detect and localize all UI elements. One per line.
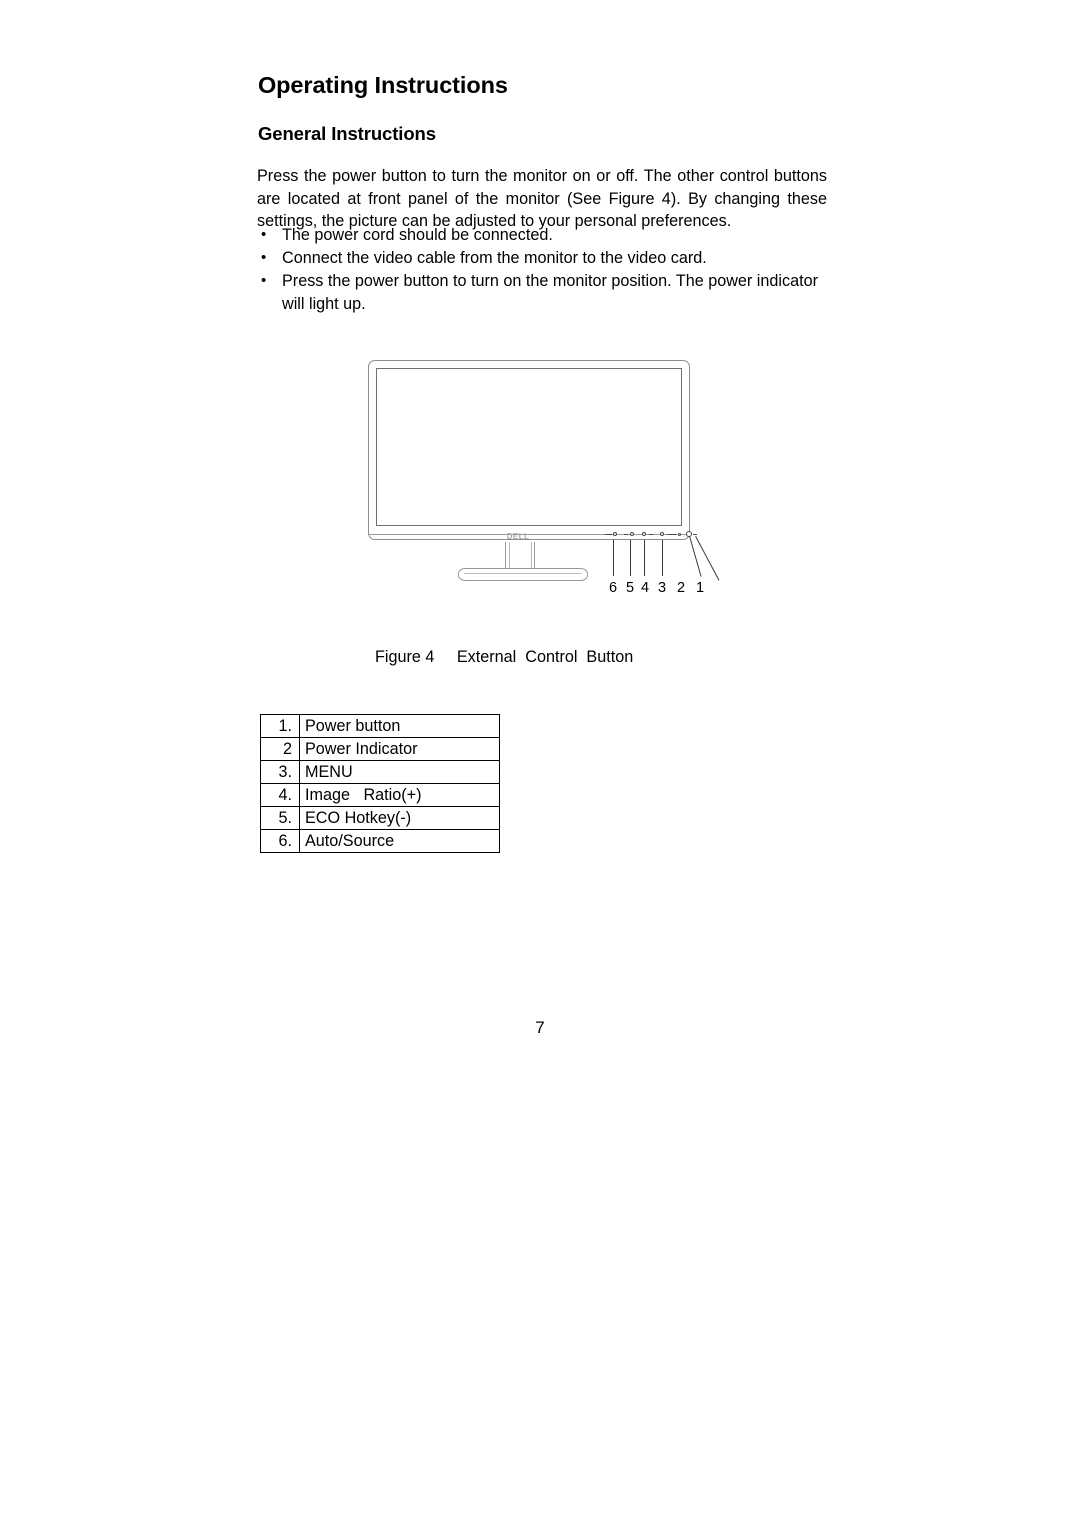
leader-line-4	[644, 540, 645, 576]
table-row: 3. MENU	[260, 760, 500, 784]
tick-mark	[667, 533, 676, 535]
bullet-icon: •	[261, 226, 267, 243]
monitor-stand-neck-line-left	[509, 542, 510, 570]
button-dot	[613, 532, 617, 536]
row-number: 4.	[260, 783, 300, 807]
page-title: Operating Instructions	[258, 72, 508, 98]
tick-mark	[624, 533, 628, 535]
button-3-menu-icon	[660, 530, 676, 538]
button-dot	[642, 532, 646, 536]
section-heading: General Instructions	[258, 123, 436, 144]
table-row: 4. Image Ratio(+)	[260, 783, 500, 807]
monitor-stand-neck-line-right	[531, 542, 532, 570]
row-number: 2	[260, 737, 300, 761]
intro-paragraph: Press the power button to turn the monit…	[257, 167, 827, 231]
leader-line-1	[695, 536, 720, 581]
callout-number-6: 6	[608, 580, 618, 596]
brand-logo: DELL	[506, 532, 530, 541]
button-dot	[630, 532, 634, 536]
leader-line-5	[630, 540, 631, 576]
tick-mark	[693, 533, 697, 535]
row-number: 6.	[260, 829, 300, 853]
button-4-image-ratio-icon	[642, 530, 658, 538]
figure-caption: Figure 4 External Control Button	[375, 648, 634, 666]
bullet-icon: •	[261, 272, 267, 290]
document-page: Operating Instructions General Instructi…	[0, 0, 1080, 1527]
row-label: ECO Hotkey(-)	[299, 806, 500, 830]
bullet-icon: •	[261, 249, 267, 267]
control-button-table: 1. Power button 2 Power Indicator 3. MEN…	[260, 714, 500, 853]
list-item-label: Press the power button to turn on the mo…	[282, 272, 818, 313]
list-item-label: Connect the video cable from the monitor…	[282, 249, 707, 268]
button-5-eco-hotkey-icon	[624, 530, 640, 538]
button-6-auto-source-icon	[605, 530, 621, 538]
row-number: 3.	[260, 760, 300, 784]
button-dot	[660, 532, 664, 536]
indicator-dot	[678, 532, 681, 536]
callout-number-2: 2	[676, 580, 686, 596]
monitor-stand-base	[458, 568, 588, 581]
row-label: Auto/Source	[299, 829, 500, 853]
monitor-stand-base-line	[464, 573, 582, 574]
monitor-figure: DELL 6 5 4 3 2 1	[360, 352, 720, 617]
table-row: 6. Auto/Source	[260, 829, 500, 853]
leader-line-3	[662, 540, 663, 576]
callout-number-1: 1	[695, 580, 705, 596]
callout-number-3: 3	[657, 580, 667, 596]
tick-mark	[605, 533, 612, 535]
row-label: Power button	[299, 714, 500, 738]
tick-mark	[649, 533, 653, 535]
table-row: 5. ECO Hotkey(-)	[260, 806, 500, 830]
list-item: • Press the power button to turn on the …	[257, 270, 829, 315]
callout-number-5: 5	[625, 580, 635, 596]
list-item-label: The power cord should be connected.	[282, 226, 553, 244]
table-row: 2 Power Indicator	[260, 737, 500, 761]
list-item: • Connect the video cable from the monit…	[257, 247, 829, 270]
row-label: Power Indicator	[299, 737, 500, 761]
row-number: 5.	[260, 806, 300, 830]
table-row: 1. Power button	[260, 714, 500, 738]
callout-number-4: 4	[640, 580, 650, 596]
instruction-list: • The power cord should be connected. • …	[257, 224, 829, 316]
page-number: 7	[535, 1018, 545, 1037]
leader-line-6	[613, 540, 614, 576]
row-number: 1.	[260, 714, 300, 738]
monitor-screen	[376, 368, 682, 526]
row-label: MENU	[299, 760, 500, 784]
row-label: Image Ratio(+)	[299, 783, 500, 807]
list-item: • The power cord should be connected.	[257, 224, 829, 247]
